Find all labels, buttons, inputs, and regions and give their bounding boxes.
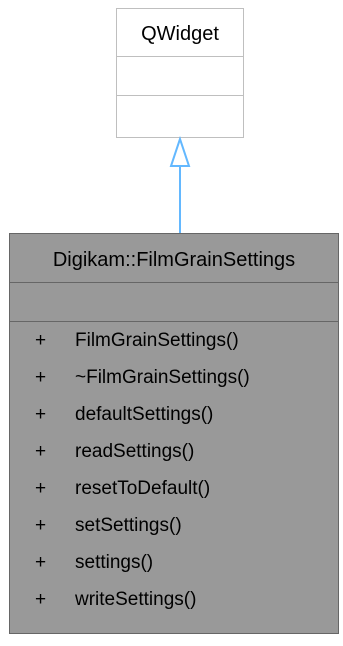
derived-class-box: Digikam::FilmGrainSettings + FilmGrainSe… — [9, 233, 339, 634]
inheritance-arrowhead-icon — [169, 135, 191, 167]
base-class-attributes-compartment — [117, 57, 243, 95]
class-diagram: QWidget Digikam::FilmGrainSettings + Fil… — [9, 8, 339, 634]
operation-name: defaultSettings() — [75, 404, 213, 425]
operation-visibility: + — [35, 589, 46, 610]
base-class-box: QWidget — [116, 8, 244, 138]
derived-class-attributes-compartment — [10, 283, 338, 321]
operation-visibility: + — [35, 367, 46, 388]
base-class-operations-compartment — [117, 96, 243, 137]
operation-visibility: + — [35, 478, 46, 499]
inheritance-arrow — [169, 135, 191, 233]
operation-name: resetToDefault() — [75, 478, 210, 499]
base-class-name: QWidget — [141, 23, 219, 45]
operation-name: FilmGrainSettings() — [75, 330, 239, 351]
operation-visibility: + — [35, 404, 46, 425]
operation-name: ~FilmGrainSettings() — [75, 367, 250, 388]
operation-name: writeSettings() — [74, 589, 196, 610]
derived-class-name: Digikam::FilmGrainSettings — [53, 249, 295, 271]
operation-visibility: + — [35, 441, 46, 462]
operation-visibility: + — [35, 515, 46, 536]
operation-name: setSettings() — [75, 515, 182, 536]
operation-name: settings() — [75, 552, 153, 573]
operation-visibility: + — [35, 552, 46, 573]
operation-name: readSettings() — [75, 441, 194, 462]
operation-visibility: + — [35, 330, 46, 351]
